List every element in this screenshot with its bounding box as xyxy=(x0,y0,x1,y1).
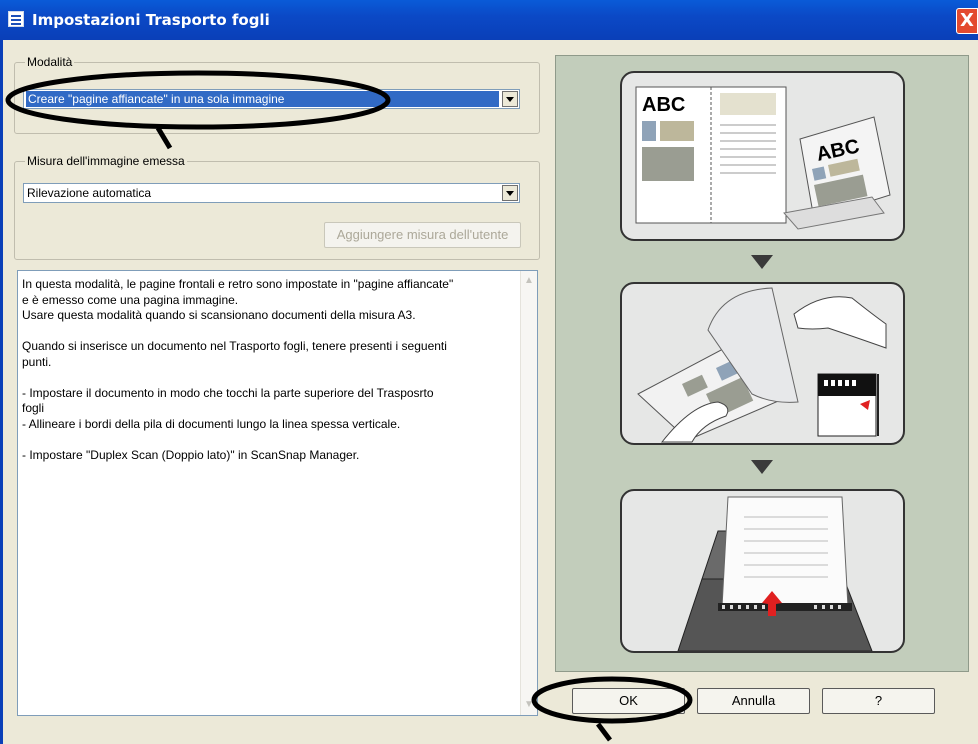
description-line: In questa modalità, le pagine frontali e… xyxy=(22,277,454,291)
insert-document-illustration xyxy=(637,287,887,443)
window-title: Impostazioni Trasporto fogli xyxy=(32,11,270,29)
description-line: - Allineare i bordi della pila di docume… xyxy=(22,416,401,431)
illustration-step-3 xyxy=(620,489,905,653)
scroll-up-icon[interactable]: ▲ xyxy=(522,273,536,289)
modalita-value: Creare "pagine affiancate" in una sola i… xyxy=(26,91,499,107)
help-button[interactable]: ? xyxy=(822,688,935,714)
close-button[interactable]: X xyxy=(956,8,978,34)
ok-button[interactable]: OK xyxy=(572,688,685,714)
title-bar[interactable]: Impostazioni Trasporto fogli X xyxy=(0,0,978,40)
step-arrow-icon xyxy=(751,255,773,269)
abc-text: ABC xyxy=(642,94,685,116)
description-line: Quando si inserisce un documento nel Tra… xyxy=(22,339,447,353)
chevron-down-icon[interactable] xyxy=(502,185,518,201)
description-textarea[interactable]: In questa modalità, le pagine frontali e… xyxy=(17,270,538,716)
description-line: - Impostare il documento in modo che toc… xyxy=(22,385,434,400)
chevron-down-icon[interactable] xyxy=(502,91,518,107)
window-icon xyxy=(8,11,24,27)
vertical-scrollbar[interactable]: ▲ ▼ xyxy=(520,271,537,715)
modalita-label: Modalità xyxy=(25,55,75,69)
misura-label: Misura dell'immagine emessa xyxy=(25,154,187,168)
illustration-step-2 xyxy=(620,282,905,445)
description-line: - Impostare "Duplex Scan (Doppio lato)" … xyxy=(22,447,360,462)
illustration-step-1: ABC ABC xyxy=(620,71,905,241)
add-user-size-button[interactable]: Aggiungere misura dell'utente xyxy=(324,222,521,248)
description-line: Usare questa modalità quando si scansion… xyxy=(22,308,416,322)
misura-select[interactable]: Rilevazione automatica xyxy=(23,183,520,203)
scanner-feed-illustration xyxy=(677,496,873,652)
scroll-down-icon[interactable]: ▼ xyxy=(522,697,536,713)
description-line: punti. xyxy=(22,354,52,369)
cancel-button[interactable]: Annulla xyxy=(697,688,810,714)
carrier-sheet-illustration: ABC ABC xyxy=(635,86,891,230)
modalita-select[interactable]: Creare "pagine affiancate" in una sola i… xyxy=(23,89,520,109)
misura-value: Rilevazione automatica xyxy=(27,186,152,200)
step-arrow-icon xyxy=(751,460,773,474)
description-line: fogli xyxy=(22,401,45,415)
description-line: e è emesso come una pagina immagine. xyxy=(22,292,239,307)
